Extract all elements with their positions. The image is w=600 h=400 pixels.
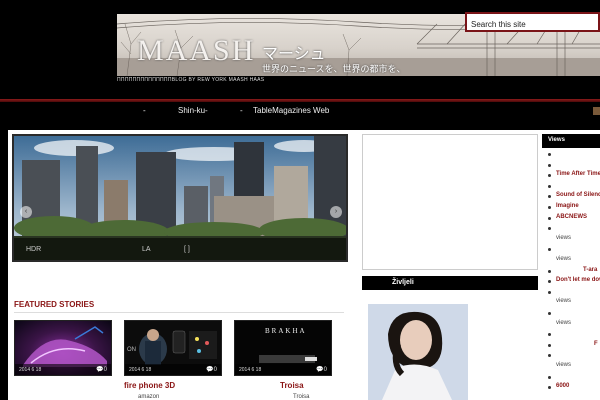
popular-post-link[interactable]: ABCNEWS [556, 214, 587, 220]
caption-text-mid: LA [142, 246, 151, 253]
comment-count: 💬0 [96, 367, 107, 373]
list-bullet [548, 184, 551, 188]
view-count-label: views [556, 256, 572, 262]
slider-caption: HDR LA [ ] [14, 238, 346, 260]
popular-post-link[interactable]: Don't let me down [556, 277, 600, 283]
comment-count: 💬0 [206, 367, 217, 373]
views-widget-heading: Views [542, 134, 600, 148]
popular-post-link[interactable]: Time After Time [556, 171, 600, 177]
story-date: 2014 6 18 [129, 367, 152, 373]
advertisement-box [362, 134, 538, 270]
story-subtitle-3: Troisa [293, 394, 310, 400]
story-image-text: BRAKHA [265, 327, 307, 335]
story-date: 2014 6 18 [239, 367, 262, 373]
story-title-3[interactable]: Troisa [280, 381, 304, 390]
featured-stories-heading: FEATURED STORIES [14, 300, 95, 309]
list-bullet [548, 269, 551, 273]
nav-item-1[interactable]: - [143, 106, 146, 115]
site-header: MAASH マーシュ 世界のニュースを、世界の都市を、 ΠΠΠΠΠΠΠΠΠΠΠΠ… [0, 0, 600, 102]
popular-post-link[interactable]: F [594, 341, 598, 347]
view-count-label: views [556, 298, 572, 305]
story-subtitle-2: amazon [138, 394, 160, 400]
list-bullet [548, 163, 551, 167]
woman-portrait-image [368, 304, 468, 400]
featured-slider[interactable]: HDR LA [ ] ‹ › [12, 134, 348, 262]
view-count-label: views [556, 362, 572, 368]
popular-post-link[interactable]: T-ara [583, 267, 597, 273]
list-bullet [548, 206, 551, 209]
popular-post-link[interactable]: Imagine [556, 203, 579, 209]
story-thumbnail-3[interactable]: BRAKHA 2014 6 18 💬0 [234, 320, 332, 376]
caption-read-more-link[interactable]: [ ] [184, 246, 190, 253]
brand-tagline: 世界のニュースを、世界の都市を、 [262, 64, 406, 74]
caption-text-left: HDR [26, 246, 42, 253]
story-meta: 2014 6 18 💬0 [235, 364, 331, 375]
story-meta: 2014 6 18 💬0 [125, 364, 221, 375]
nav-item-4[interactable]: - [240, 106, 243, 115]
comment-count: 💬0 [316, 367, 327, 373]
slider-next-icon[interactable]: › [330, 206, 342, 218]
view-count-label: views [556, 319, 572, 326]
list-bullet [548, 312, 551, 315]
nav-item-tablemagazines[interactable]: TableMagazines Web [253, 106, 329, 115]
section-heading-zivjeli: Življeli [362, 276, 538, 290]
view-count-label: views [556, 234, 572, 241]
slider-prev-icon[interactable]: ‹ [20, 206, 32, 218]
portrait-photo[interactable] [368, 304, 468, 400]
list-bullet [548, 290, 551, 294]
list-bullet [548, 375, 551, 379]
story-image-text: ON [127, 347, 136, 353]
nav-item-3[interactable]: - [205, 106, 208, 115]
list-bullet [548, 216, 551, 220]
nav-item-shin-ku[interactable]: Shin-ku [178, 106, 205, 115]
story-thumbnail-2[interactable]: ON 2014 6 18 💬0 [124, 320, 222, 376]
popular-post-link[interactable]: 6000 [556, 383, 569, 389]
story-date: 2014 6 18 [19, 367, 42, 373]
brand-subtitle: ΠΠΠΠΠΠΠΠΠΠΠΠΠΠBLOG BY REW YORK MAASH HAA… [117, 77, 265, 83]
brand-japanese-name: マーシュ [262, 46, 326, 63]
main-nav: - Shin-ku - - TableMagazines Web [0, 102, 600, 122]
brand-title[interactable]: MAASH [137, 34, 255, 68]
story-thumbnail-1[interactable]: 2014 6 18 💬0 [14, 320, 112, 376]
story-meta: 2014 6 18 💬0 [15, 364, 111, 375]
list-bullet [548, 153, 551, 156]
popular-post-link[interactable]: Sound of Silence [556, 192, 600, 198]
featured-divider [14, 312, 344, 313]
nav-feed-icon[interactable] [593, 107, 600, 115]
search-input[interactable] [467, 16, 598, 33]
list-bullet [548, 343, 551, 347]
story-title-2[interactable]: fire phone 3D [124, 381, 175, 390]
search-box[interactable] [465, 12, 600, 33]
